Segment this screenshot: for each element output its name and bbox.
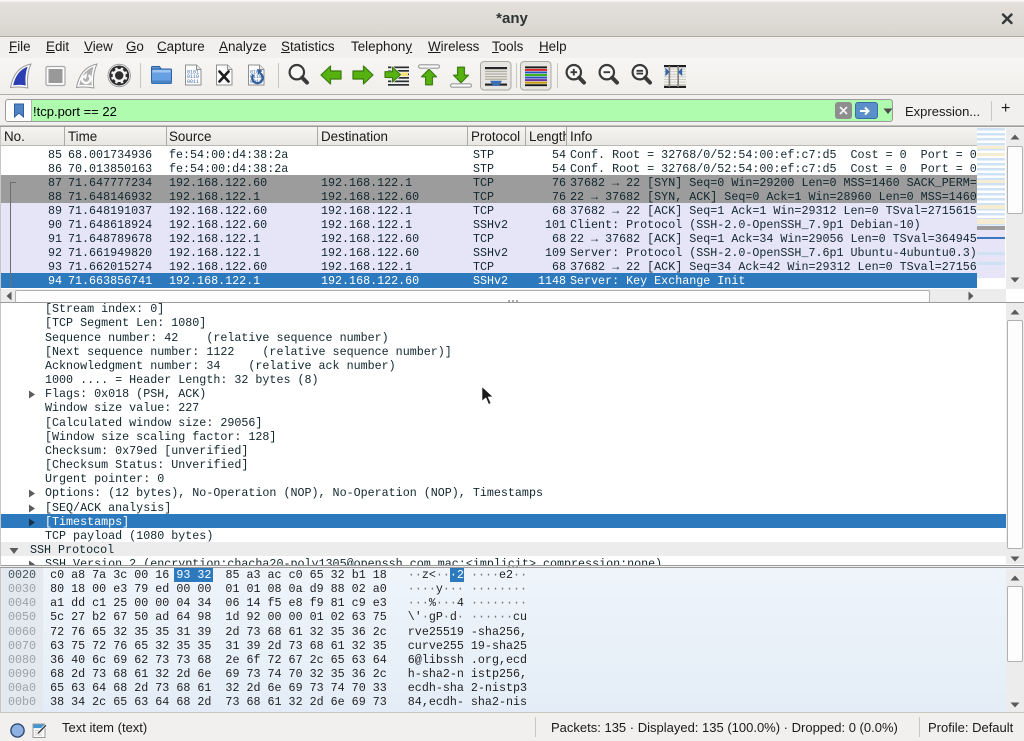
svg-text:0011: 0011	[187, 79, 199, 85]
